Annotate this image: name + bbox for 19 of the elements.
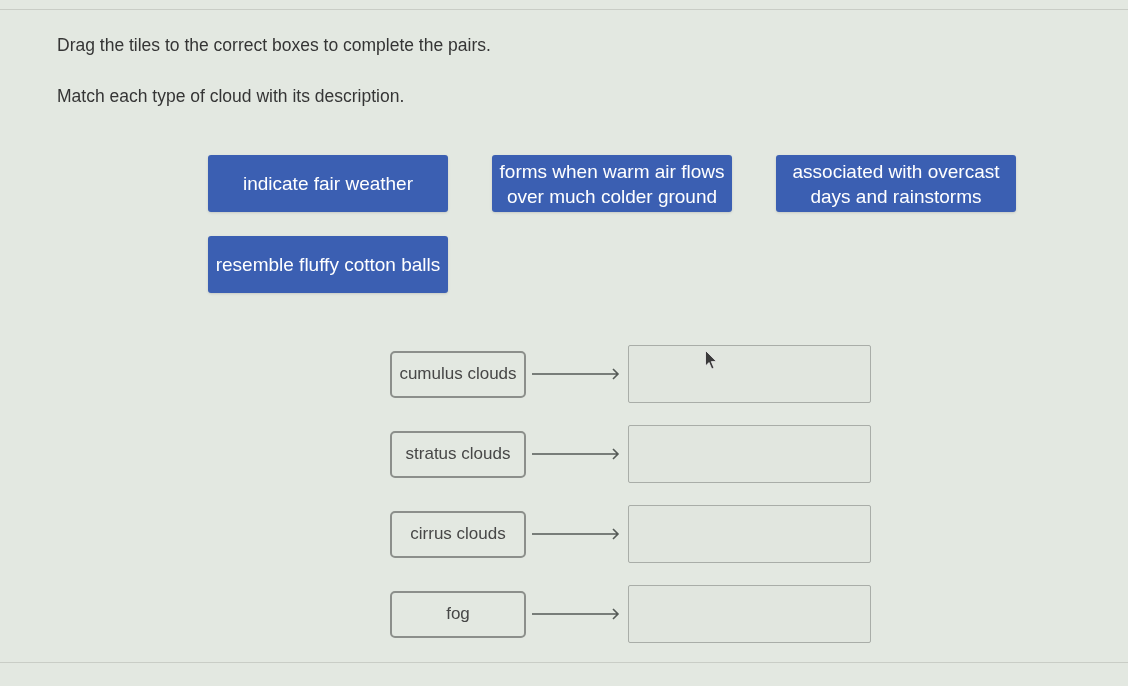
- drop-box[interactable]: [628, 585, 871, 643]
- cloud-term-card: cumulus clouds: [390, 350, 526, 398]
- arrow-icon: [532, 368, 620, 380]
- instruction-text: Drag the tiles to the correct boxes to complete the pairs.: [57, 34, 491, 56]
- answer-tile[interactable]: resemble fluffy cotton balls: [208, 236, 448, 293]
- cloud-term-card: stratus clouds: [390, 430, 526, 478]
- mouse-pointer-icon: [705, 350, 718, 370]
- answer-tile[interactable]: associated with overcast days and rainstorms: [776, 155, 1016, 212]
- instruction-text: Match each type of cloud with its description.: [57, 85, 405, 107]
- cloud-term-card: cirrus clouds: [390, 510, 526, 558]
- cloud-term-card: fog: [390, 590, 526, 638]
- arrow-icon: [532, 608, 620, 620]
- answer-tile[interactable]: indicate fair weather: [208, 155, 448, 212]
- answer-tile[interactable]: forms when warm air flows over much colder ground: [492, 155, 732, 212]
- arrow-icon: [532, 448, 620, 460]
- arrow-icon: [532, 528, 620, 540]
- drop-box[interactable]: [628, 505, 871, 563]
- drop-box[interactable]: [628, 345, 871, 403]
- drop-box[interactable]: [628, 425, 871, 483]
